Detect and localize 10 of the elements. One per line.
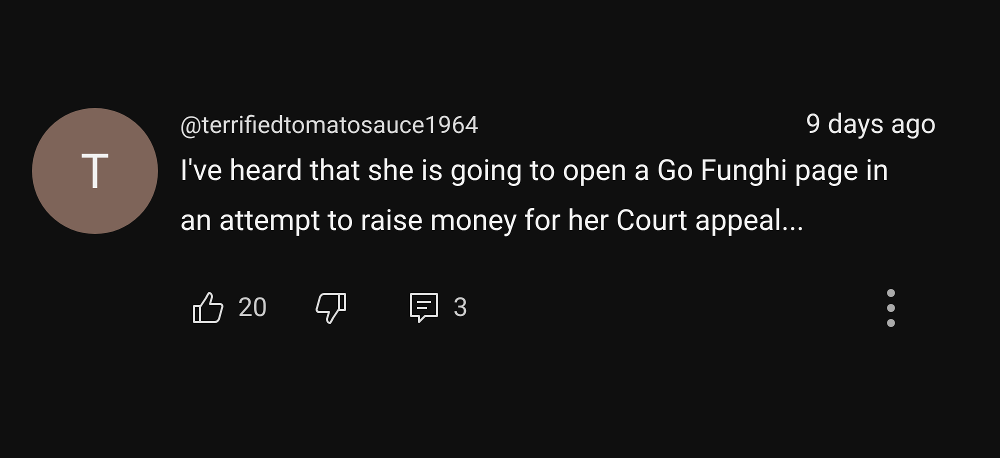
reply-count: 3 [453, 293, 468, 323]
avatar[interactable]: T [32, 108, 158, 234]
thumbs-down-icon[interactable] [315, 292, 348, 324]
thumbs-up-icon[interactable] [192, 292, 224, 324]
more-options-icon[interactable] [886, 288, 896, 328]
timestamp: 9 days ago [806, 108, 936, 140]
username[interactable]: @terrifiedtomatosauce1964 [180, 111, 478, 139]
comment-icon[interactable] [409, 292, 440, 324]
comment-text: I've heard that she is going to open a Go Funghi page in an attempt to raise money for her Court appeal... [180, 153, 890, 240]
like-count: 20 [238, 293, 268, 323]
